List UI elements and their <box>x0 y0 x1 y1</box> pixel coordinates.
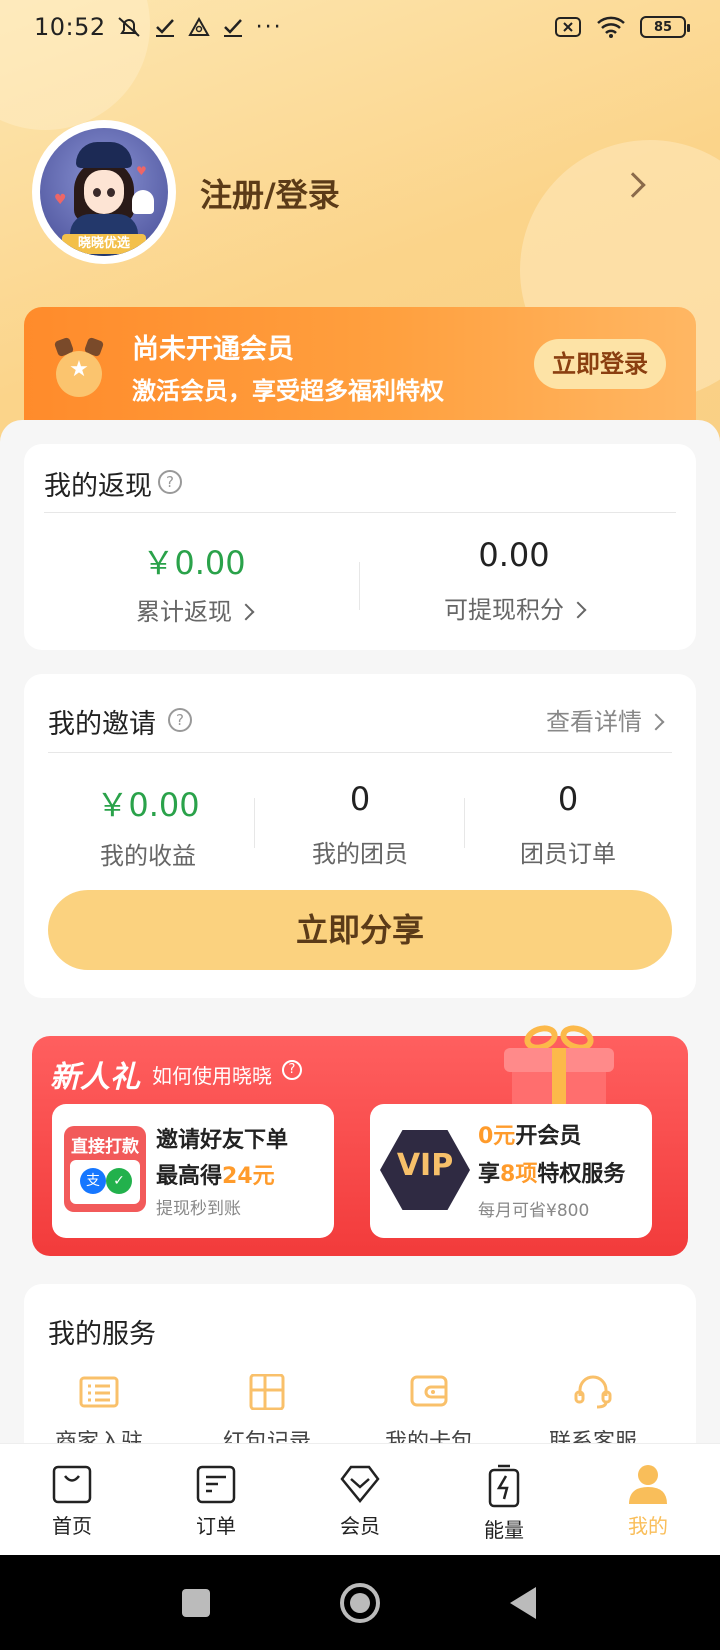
gift-box-icon <box>504 1021 614 1120</box>
alipay-icon: 支 <box>80 1168 106 1194</box>
chevron-right-icon <box>569 601 587 619</box>
tab-label: 会员 <box>340 1514 380 1538</box>
tab-label: 订单 <box>196 1514 236 1538</box>
total-cashback-label: 累计返现 <box>136 598 232 626</box>
system-nav-bar <box>0 1555 720 1650</box>
no-sim-icon <box>555 17 581 37</box>
total-cashback-link[interactable]: 累计返现 <box>44 592 344 627</box>
wifi-icon <box>597 16 625 38</box>
chevron-right-icon <box>647 713 665 731</box>
wallet-icon <box>410 1375 448 1407</box>
invite-title: 我的邀请 <box>48 709 156 740</box>
points-label: 可提现积分 <box>444 596 564 624</box>
tab-home[interactable]: 首页 <box>0 1444 144 1555</box>
mute-icon <box>118 17 140 37</box>
vip-badge-icon: VIP <box>380 1130 470 1210</box>
my-earnings-label: 我的收益 <box>100 842 196 870</box>
home-icon[interactable] <box>340 1583 380 1623</box>
tab-energy[interactable]: 能量 <box>432 1444 576 1555</box>
invite-card: 我的邀请 ? 查看详情 ￥0.00 我的收益 0 我的团员 0 团员订单 立即分… <box>24 674 696 998</box>
offer-note: 提现秒到账 <box>156 1199 241 1219</box>
services-title: 我的服务 <box>48 1319 156 1350</box>
register-login-link[interactable]: 注册/登录 <box>200 170 340 216</box>
how-to-use-link[interactable]: 如何使用晓晓 <box>152 1060 272 1089</box>
tab-mine[interactable]: 我的 <box>576 1444 720 1555</box>
vip-offer-line1: 0元开会员 <box>478 1124 582 1149</box>
bottom-tab-bar: 首页 订单 会员 能量 我的 <box>0 1443 720 1555</box>
view-details-label: 查看详情 <box>546 708 642 736</box>
offer-invite-text: 邀请好友下单 <box>156 1128 289 1153</box>
gift-title: 新人礼 <box>50 1060 140 1095</box>
status-time: 10:52 <box>34 13 106 41</box>
check-icon <box>223 19 242 37</box>
battery-icon: 85 <box>640 16 690 38</box>
diamond-icon <box>340 1465 380 1503</box>
member-subtitle: 激活会员，享受超多福利特权 <box>132 377 444 405</box>
back-icon[interactable] <box>510 1587 536 1619</box>
member-orders-value: 0 <box>557 780 579 818</box>
vip-badge-text: VIP <box>396 1148 454 1183</box>
triangle-app-icon <box>187 16 210 36</box>
store-list-icon <box>79 1376 119 1408</box>
more-dots-icon: ··· <box>255 14 283 40</box>
grid-record-icon <box>249 1373 285 1411</box>
direct-payout-badge: 直接打款 支 ✓ <box>64 1126 146 1212</box>
tab-orders[interactable]: 订单 <box>144 1444 288 1555</box>
chevron-right-icon <box>237 603 255 621</box>
vip-offer-line2: 享8项特权服务 <box>478 1162 626 1187</box>
new-user-gift-card: 新人礼 如何使用晓晓 ? 直接打款 支 ✓ 邀请好友下单 最高得24元 提现秒到… <box>32 1021 688 1256</box>
share-now-button[interactable]: 立即分享 <box>48 890 672 970</box>
recents-icon[interactable] <box>182 1589 210 1617</box>
wechat-icon: ✓ <box>106 1168 132 1194</box>
tab-label: 我的 <box>628 1514 668 1538</box>
member-title: 尚未开通会员 <box>132 334 294 365</box>
member-orders-label: 团员订单 <box>520 840 616 868</box>
vip-membership-offer[interactable]: VIP 0元开会员 享8项特权服务 每月可省¥800 <box>370 1104 652 1238</box>
status-bar: 10:52 ··· 85 <box>0 0 720 54</box>
invite-friends-offer[interactable]: 直接打款 支 ✓ 邀请好友下单 最高得24元 提现秒到账 <box>52 1104 334 1238</box>
cashback-card: 我的返现 ? ￥0.00 累计返现 0.00 可提现积分 <box>24 444 696 650</box>
headset-icon <box>574 1375 612 1409</box>
my-members-label: 我的团员 <box>312 840 408 868</box>
user-icon <box>629 1465 667 1504</box>
my-earnings-value: ￥0.00 <box>96 786 200 824</box>
payout-badge-text: 直接打款 <box>71 1137 139 1157</box>
order-list-icon <box>196 1465 236 1504</box>
member-banner: ★ 尚未开通会员 激活会员，享受超多福利特权 立即登录 <box>24 307 696 427</box>
help-icon[interactable]: ? <box>158 470 182 494</box>
tab-label: 首页 <box>52 1514 92 1538</box>
tab-label: 能量 <box>484 1518 524 1542</box>
help-icon[interactable]: ? <box>168 708 192 732</box>
avatar-tag: 晓晓优选 <box>62 234 146 254</box>
check-icon <box>155 19 174 37</box>
vip-offer-note: 每月可省¥800 <box>478 1201 590 1221</box>
offer-max-reward: 最高得24元 <box>156 1164 275 1189</box>
view-details-link[interactable]: 查看详情 <box>546 702 665 737</box>
login-now-button[interactable]: 立即登录 <box>534 339 666 389</box>
battery-level: 85 <box>653 19 673 35</box>
medal-icon: ★ <box>53 336 105 397</box>
battery-bolt-icon <box>488 1464 520 1508</box>
withdrawable-points-link[interactable]: 可提现积分 <box>364 590 664 625</box>
help-icon[interactable]: ? <box>282 1060 302 1080</box>
points-value: 0.00 <box>478 536 550 574</box>
tab-membership[interactable]: 会员 <box>288 1444 432 1555</box>
my-members-value: 0 <box>349 780 371 818</box>
avatar[interactable]: ♥ ♥ 晓晓优选 <box>32 120 176 264</box>
shopping-bag-icon <box>52 1465 92 1504</box>
total-cashback-value: ￥0.00 <box>142 544 246 582</box>
cashback-title: 我的返现 <box>44 471 152 502</box>
